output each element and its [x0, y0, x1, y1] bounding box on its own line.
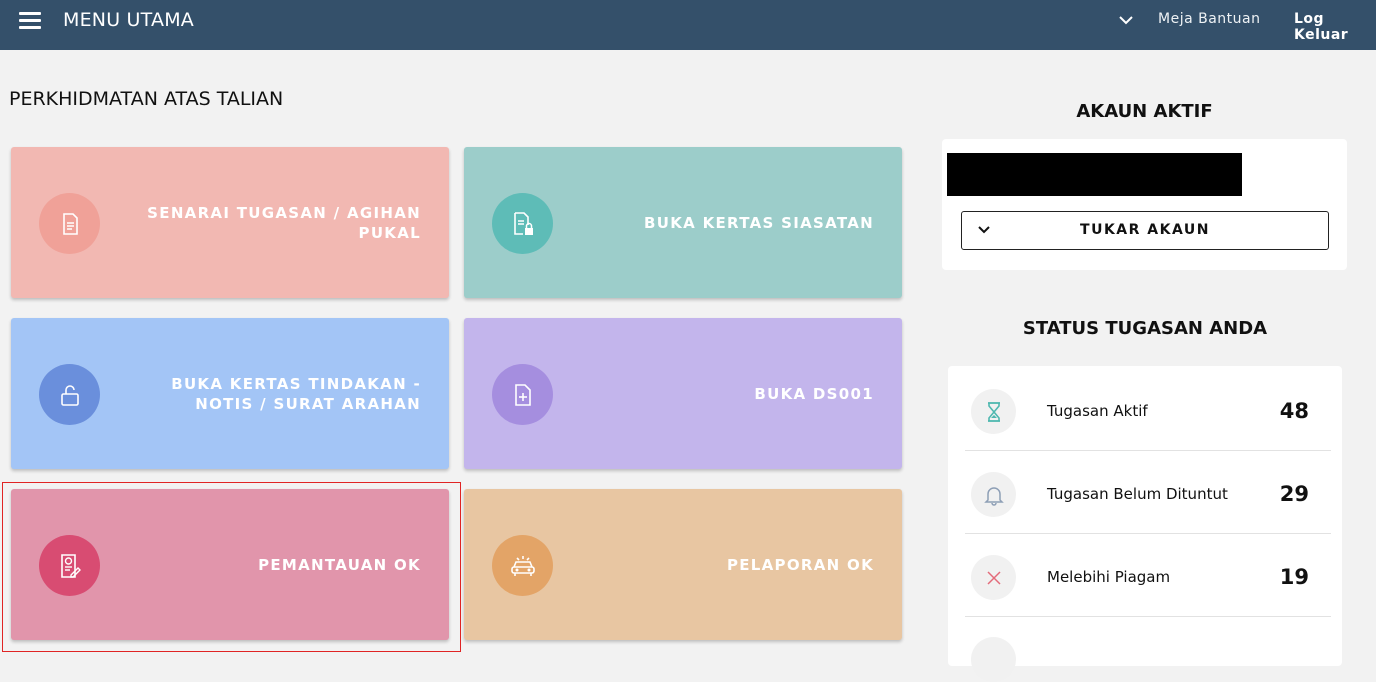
status-label: Melebihi Piagam [1047, 568, 1171, 586]
status-count: 48 [1279, 399, 1309, 423]
tile-task-list[interactable]: SENARAI TUGASAN / AGIHAN PUKAL [11, 147, 449, 298]
switch-account-label: TUKAR AKAUN [1080, 222, 1210, 238]
logout-link[interactable]: Log Keluar [1294, 11, 1376, 43]
tile-label: PELAPORAN OK [726, 555, 874, 574]
redacted-account-name [947, 153, 1242, 196]
car-report-icon [492, 535, 553, 596]
document-list-icon [39, 193, 100, 254]
page-title: MENU UTAMA [63, 9, 194, 31]
status-label: Tugasan Aktif [1047, 402, 1148, 420]
section-title: PERKHIDMATAN ATAS TALIAN [9, 88, 284, 110]
document-lock-icon [492, 193, 553, 254]
switch-account-button[interactable]: TUKAR AKAUN [961, 211, 1329, 250]
status-row-overdue[interactable]: Melebihi Piagam 19 [965, 534, 1331, 617]
selection-highlight [2, 482, 461, 652]
chevron-down-icon[interactable] [1117, 11, 1135, 29]
status-count: 19 [1279, 565, 1309, 589]
tile-label: SENARAI TUGASAN / AGIHAN PUKAL [147, 203, 421, 242]
hourglass-icon [971, 389, 1016, 434]
bell-icon [971, 472, 1016, 517]
close-icon [971, 555, 1016, 600]
tile-open-investigation[interactable]: BUKA KERTAS SIASATAN [464, 147, 902, 298]
tile-label: BUKA KERTAS SIASATAN [644, 213, 874, 232]
padlock-open-icon [39, 364, 100, 425]
status-row-icon-partial [971, 637, 1016, 682]
active-account-title: AKAUN AKTIF [1076, 101, 1213, 122]
status-row-unclaimed[interactable]: Tugasan Belum Dituntut 29 [965, 451, 1331, 534]
help-desk-link[interactable]: Meja Bantuan [1158, 11, 1260, 27]
task-status-title: STATUS TUGASAN ANDA [1022, 318, 1268, 339]
top-navigation-bar: MENU UTAMA Meja Bantuan Log Keluar [0, 0, 1376, 50]
tile-open-action-notice[interactable]: BUKA KERTAS TINDAKAN - NOTIS / SURAT ARA… [11, 318, 449, 469]
tile-label: BUKA DS001 [754, 384, 874, 403]
tile-open-ds001[interactable]: BUKA DS001 [464, 318, 902, 469]
document-plus-icon [492, 364, 553, 425]
status-count: 29 [1279, 482, 1309, 506]
status-label: Tugasan Belum Dituntut [1047, 485, 1228, 503]
status-row-active[interactable]: Tugasan Aktif 48 [965, 368, 1331, 451]
tile-reporting-ok[interactable]: PELAPORAN OK [464, 489, 902, 640]
tile-label: BUKA KERTAS TINDAKAN - NOTIS / SURAT ARA… [171, 374, 421, 413]
menu-icon[interactable] [19, 12, 41, 30]
